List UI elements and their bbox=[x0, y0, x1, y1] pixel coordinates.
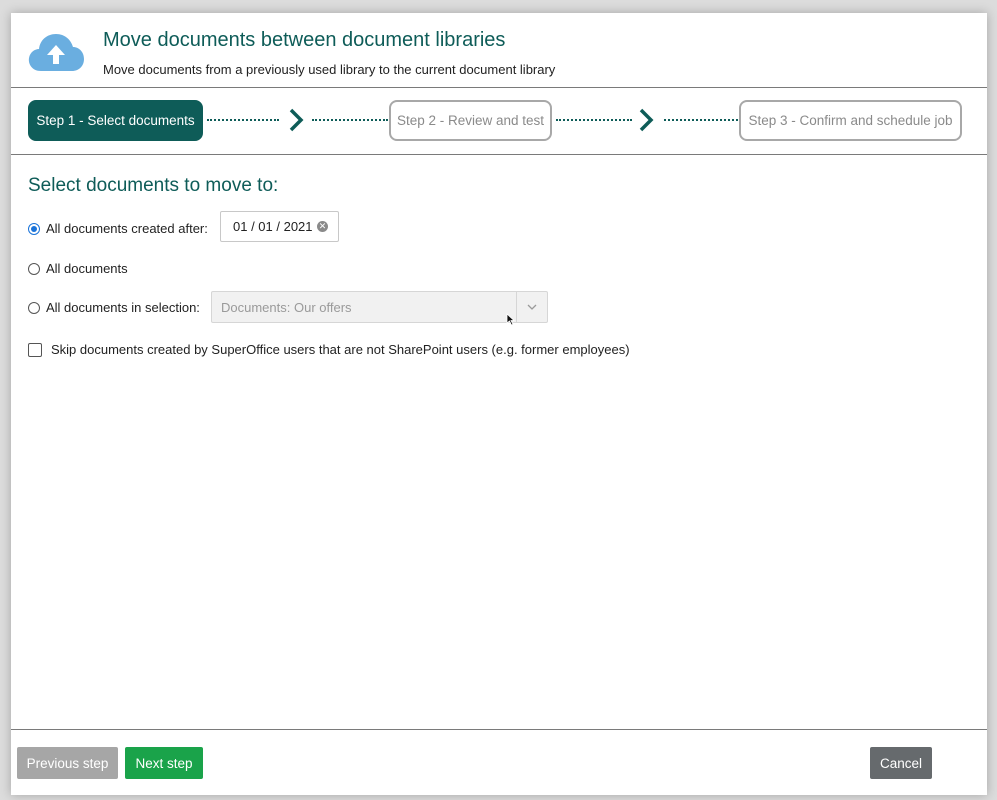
step-connector bbox=[664, 119, 738, 121]
chevron-down-icon[interactable] bbox=[516, 292, 547, 322]
move-documents-dialog: Move documents between document librarie… bbox=[11, 13, 987, 795]
option-created-after-label: All documents created after: bbox=[46, 221, 208, 236]
selection-dropdown-value: Documents: Our offers bbox=[221, 299, 352, 315]
chevron-right-icon bbox=[289, 108, 304, 132]
option-in-selection-label: All documents in selection: bbox=[46, 300, 200, 315]
step-connector bbox=[207, 119, 279, 121]
option-created-after[interactable]: All documents created after: bbox=[28, 221, 208, 236]
skip-checkbox-label: Skip documents created by SuperOffice us… bbox=[51, 342, 630, 357]
dialog-subtitle: Move documents from a previously used li… bbox=[103, 62, 556, 77]
radio-created-after[interactable] bbox=[28, 222, 40, 235]
radio-all-documents[interactable] bbox=[28, 262, 40, 275]
step-connector bbox=[312, 119, 388, 121]
cloud-upload-icon bbox=[28, 34, 85, 71]
previous-step-button[interactable]: Previous step bbox=[17, 747, 118, 779]
option-all-documents-label: All documents bbox=[46, 261, 128, 276]
step-connector bbox=[556, 119, 632, 121]
dialog-header: Move documents between document librarie… bbox=[11, 13, 987, 88]
dialog-title: Move documents between document librarie… bbox=[103, 29, 506, 51]
step-2-review-and-test[interactable]: Step 2 - Review and test bbox=[389, 100, 552, 141]
created-after-date-field[interactable]: 01 / 01 / 2021 ✕ bbox=[220, 211, 339, 242]
option-all-documents[interactable]: All documents bbox=[28, 261, 128, 276]
cancel-button[interactable]: Cancel bbox=[870, 747, 932, 779]
chevron-right-icon bbox=[639, 108, 654, 132]
step-3-confirm-and-schedule-job[interactable]: Step 3 - Confirm and schedule job bbox=[739, 100, 962, 141]
step-1-select-documents[interactable]: Step 1 - Select documents bbox=[28, 100, 203, 141]
skip-checkbox[interactable] bbox=[28, 342, 42, 357]
skip-non-sharepoint-users[interactable]: Skip documents created by SuperOffice us… bbox=[28, 342, 630, 357]
dialog-footer: Previous step Next step Cancel bbox=[11, 729, 987, 795]
clear-date-icon[interactable]: ✕ bbox=[317, 221, 328, 232]
option-in-selection[interactable]: All documents in selection: bbox=[28, 300, 200, 315]
date-value: 01 / 01 / 2021 bbox=[233, 219, 313, 234]
section-title: Select documents to move to: bbox=[28, 175, 279, 196]
mouse-cursor-icon bbox=[506, 313, 515, 326]
selection-dropdown[interactable]: Documents: Our offers bbox=[211, 291, 548, 323]
wizard-steps: Step 1 - Select documents Step 2 - Revie… bbox=[11, 89, 987, 155]
radio-in-selection[interactable] bbox=[28, 301, 40, 314]
next-step-button[interactable]: Next step bbox=[125, 747, 203, 779]
